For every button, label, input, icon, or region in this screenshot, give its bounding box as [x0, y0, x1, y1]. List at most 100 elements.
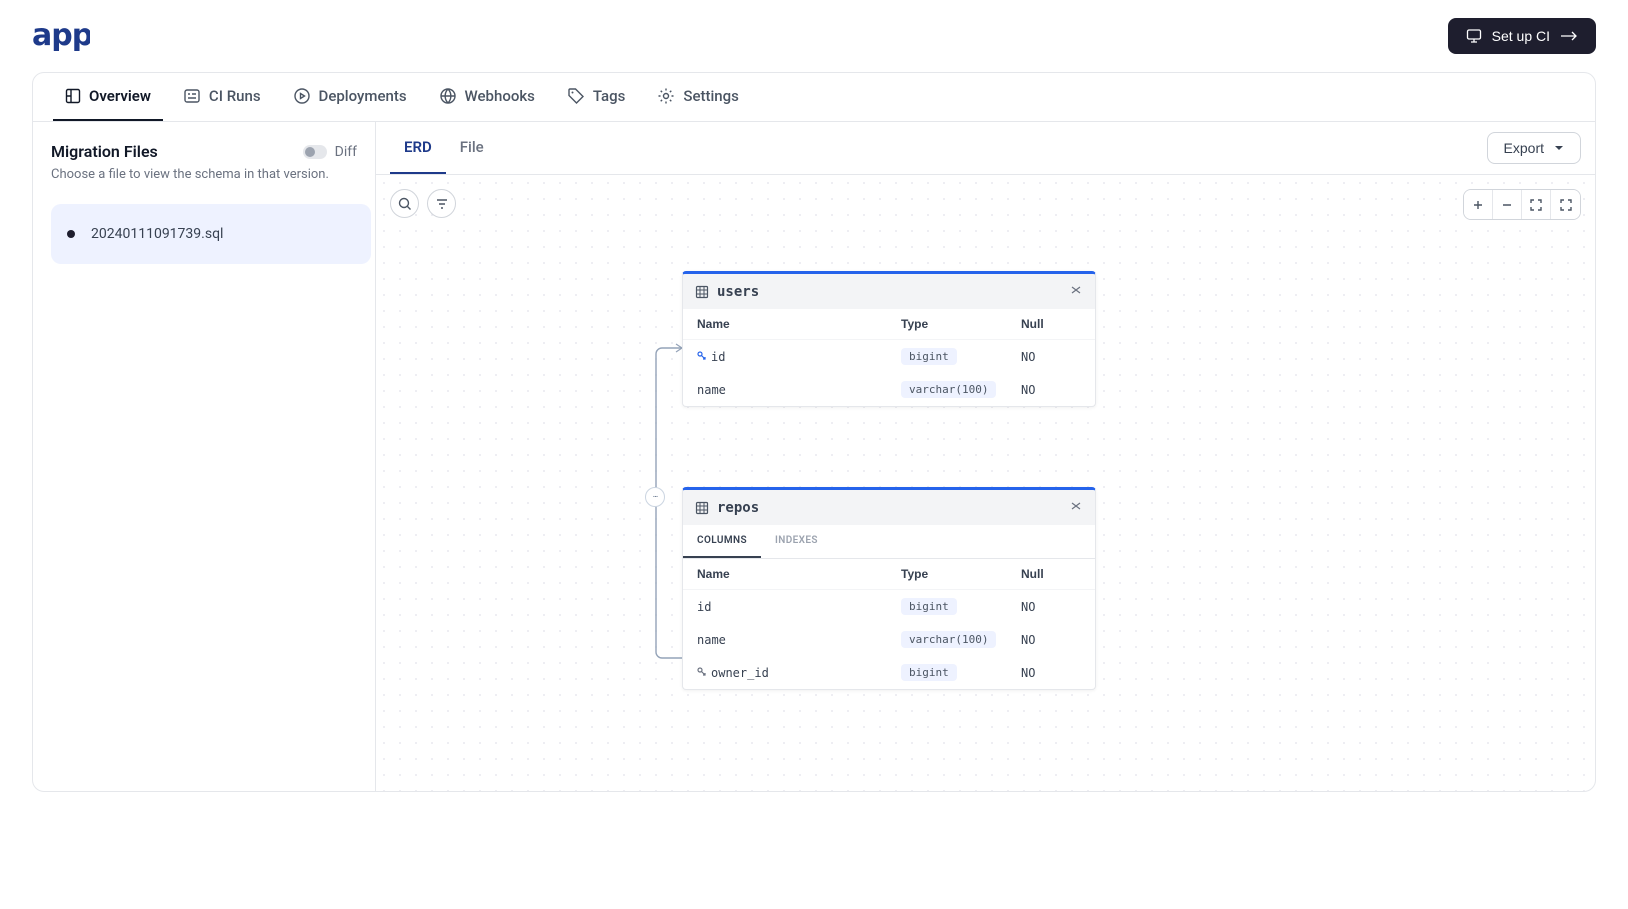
export-label: Export — [1504, 140, 1544, 156]
zoom-in-button[interactable] — [1464, 190, 1493, 219]
fk-icon — [697, 667, 707, 677]
type-badge: bigint — [901, 348, 957, 365]
null-value: NO — [1021, 633, 1081, 647]
dashboard-icon — [65, 88, 81, 104]
sidebar-title: Migration Files — [51, 142, 158, 161]
tag-icon — [567, 87, 585, 105]
list-icon — [183, 87, 201, 105]
type-badge: bigint — [901, 664, 957, 681]
tab-settings[interactable]: Settings — [645, 73, 751, 121]
canvas-toolbar-right — [1463, 189, 1581, 220]
globe-icon — [439, 87, 457, 105]
type-badge: bigint — [901, 598, 957, 615]
view-tab-file[interactable]: File — [446, 122, 498, 174]
table-row: id bigint NO — [683, 340, 1095, 373]
fullscreen-button[interactable] — [1551, 190, 1580, 219]
table-row: owner_id bigint NO — [683, 656, 1095, 689]
canvas-toolbar-left — [390, 189, 456, 218]
sub-tab-indexes[interactable]: INDEXES — [761, 525, 832, 558]
table-sub-tabs: COLUMNS INDEXES — [683, 525, 1095, 559]
play-circle-icon — [293, 87, 311, 105]
tab-settings-label: Settings — [683, 87, 739, 105]
relation-handle[interactable]: ··· — [645, 487, 665, 507]
search-button[interactable] — [390, 189, 419, 218]
diff-label: Diff — [335, 144, 357, 160]
col-name: name — [697, 633, 901, 647]
tab-ci-runs[interactable]: CI Runs — [171, 73, 273, 121]
view-tabs: ERD File — [390, 122, 498, 174]
svg-text:app: app — [32, 21, 90, 51]
plus-icon — [1472, 199, 1484, 211]
null-value: NO — [1021, 383, 1081, 397]
null-value: NO — [1021, 666, 1081, 680]
sidebar-subtitle: Choose a file to view the schema in that… — [51, 167, 371, 182]
filter-icon — [435, 197, 449, 211]
expand-icon — [1560, 199, 1572, 211]
tab-webhooks[interactable]: Webhooks — [427, 73, 547, 121]
fit-icon — [1530, 199, 1542, 211]
tab-webhooks-label: Webhooks — [465, 87, 535, 105]
tab-tags[interactable]: Tags — [555, 73, 637, 121]
col-header: Name Type Null — [683, 309, 1095, 340]
col-name: id — [697, 600, 901, 614]
monitor-icon — [1466, 28, 1482, 44]
table-name: repos — [695, 500, 759, 516]
col-name: id — [697, 350, 901, 364]
table-users[interactable]: users Name Type Null id bigint — [682, 271, 1096, 407]
table-row: id bigint NO — [683, 590, 1095, 623]
tab-overview-label: Overview — [89, 87, 151, 105]
null-value: NO — [1021, 350, 1081, 364]
app-header: app Set up CI — [0, 0, 1628, 72]
minus-icon — [1501, 199, 1513, 211]
view-tab-erd[interactable]: ERD — [390, 122, 446, 174]
type-badge: varchar(100) — [901, 381, 996, 398]
col-header: Name Type Null — [683, 559, 1095, 590]
arrow-right-icon — [1560, 30, 1578, 42]
collapse-icon — [1069, 499, 1083, 513]
content-header: ERD File Export — [376, 122, 1595, 175]
collapse-button[interactable] — [1069, 498, 1083, 517]
nav-tabs: Overview CI Runs Deployments Webhooks Ta… — [33, 73, 1595, 122]
file-item[interactable]: 20240111091739.sql — [51, 204, 371, 264]
filter-button[interactable] — [427, 189, 456, 218]
col-name: owner_id — [697, 666, 901, 680]
collapse-icon — [1069, 283, 1083, 297]
app-logo: app — [32, 21, 90, 51]
fit-button[interactable] — [1522, 190, 1551, 219]
table-row: name varchar(100) NO — [683, 373, 1095, 406]
tab-deployments[interactable]: Deployments — [281, 73, 419, 121]
setup-ci-button[interactable]: Set up CI — [1448, 18, 1596, 54]
pk-icon — [697, 351, 707, 361]
table-header: users — [683, 274, 1095, 309]
col-name: name — [697, 383, 901, 397]
diff-toggle[interactable]: Diff — [303, 144, 357, 160]
table-row: name varchar(100) NO — [683, 623, 1095, 656]
toggle-switch[interactable] — [303, 145, 327, 159]
tab-deployments-label: Deployments — [319, 87, 407, 105]
table-icon — [695, 501, 709, 515]
sub-tab-columns[interactable]: COLUMNS — [683, 525, 761, 558]
table-repos[interactable]: repos COLUMNS INDEXES Name Type Null — [682, 487, 1096, 690]
main-area: Migration Files Diff Choose a file to vi… — [33, 122, 1595, 791]
zoom-out-button[interactable] — [1493, 190, 1522, 219]
main-container: Overview CI Runs Deployments Webhooks Ta… — [32, 72, 1596, 792]
table-header: repos — [683, 490, 1095, 525]
erd-canvas[interactable]: ··· users Name Type — [376, 175, 1595, 791]
content: ERD File Export — [376, 122, 1595, 791]
null-value: NO — [1021, 600, 1081, 614]
logo-icon: app — [32, 21, 90, 51]
setup-ci-label: Set up CI — [1492, 28, 1550, 44]
file-name: 20240111091739.sql — [91, 226, 223, 242]
table-icon — [695, 285, 709, 299]
tab-overview[interactable]: Overview — [53, 73, 163, 121]
collapse-button[interactable] — [1069, 282, 1083, 301]
export-button[interactable]: Export — [1487, 132, 1581, 164]
table-name: users — [695, 284, 759, 300]
tab-tags-label: Tags — [593, 87, 625, 105]
search-icon — [398, 197, 412, 211]
sidebar: Migration Files Diff Choose a file to vi… — [33, 122, 376, 791]
type-badge: varchar(100) — [901, 631, 996, 648]
file-status-dot — [67, 230, 75, 238]
gear-icon — [657, 87, 675, 105]
chevron-down-icon — [1554, 145, 1564, 151]
